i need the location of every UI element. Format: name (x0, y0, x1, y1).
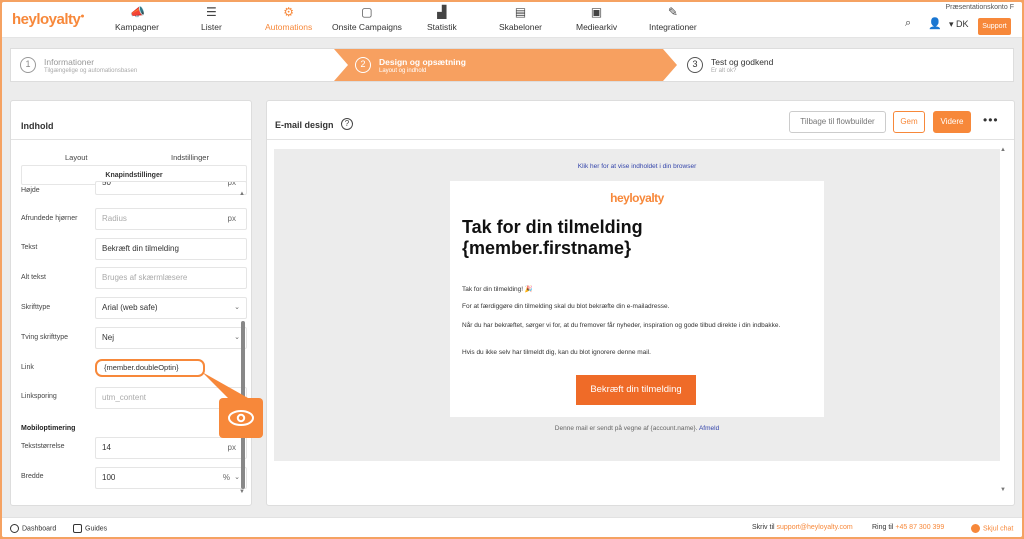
app-window: heyloyalty● 📣 Kampagner ☰ Lister ⚙ Autom… (2, 2, 1022, 537)
scroll-up-arrow[interactable]: ▲ (239, 191, 245, 197)
label-afrundede-hjoerner: Afrundede hjørner (21, 215, 78, 222)
nav-onsite-campaigns[interactable]: ▢ Onsite Campaigns (332, 5, 402, 33)
radius-input[interactable]: Radius px (95, 208, 247, 230)
email-footer[interactable]: Denne mail er sendt på vegne af {account… (274, 425, 1000, 432)
divider (11, 139, 251, 140)
nav-skabeloner[interactable]: ▤ Skabeloner (499, 5, 542, 33)
label-alt-tekst: Alt tekst (21, 274, 46, 281)
more-options-icon[interactable]: ••• (983, 113, 999, 127)
support-phone-link[interactable]: +45 87 300 399 (895, 524, 944, 531)
email-heading[interactable]: Tak for din tilmelding {member.firstname… (462, 217, 812, 259)
mobile-optimization-heading: Mobiloptimering (21, 425, 76, 432)
email-paragraph[interactable]: For at færdiggøre din tilmelding skal du… (462, 302, 812, 311)
view-in-browser-link[interactable]: Klik her for at vise indholdet i din bro… (274, 163, 1000, 170)
button-text-input[interactable]: Bekræft din tilmelding (95, 238, 247, 260)
label-hoejde: Højde (21, 187, 40, 194)
account-name[interactable]: Præsentationskonto F (946, 4, 1014, 11)
chevron-down-icon: ⌄ (234, 474, 240, 481)
hide-chat-button[interactable]: Skjul chat (971, 524, 1013, 533)
preview-eye-badge[interactable] (219, 398, 263, 438)
guides-link[interactable]: Guides (73, 524, 107, 533)
mobile-font-size-input[interactable]: 14 px (95, 437, 247, 459)
support-email-link[interactable]: support@heyloyalty.com (777, 524, 853, 531)
link-input[interactable]: {member.doubleOptin} (95, 359, 205, 377)
chevron-down-icon: ⌄ (234, 304, 240, 311)
scroll-down-arrow[interactable]: ▼ (239, 489, 245, 495)
user-settings-icon[interactable]: 👤 (928, 17, 942, 30)
unsubscribe-link: Afmeld (698, 425, 720, 432)
stepper-background (334, 49, 677, 81)
automation-icon: ⚙ (283, 5, 294, 19)
email-design-panel: E-mail design ? Tilbage til flowbuilder … (266, 100, 1015, 506)
label-skrifttype: Skrifttype (21, 304, 51, 311)
email-body: heyloyalty Tak for din tilmelding {membe… (450, 181, 824, 417)
chevron-down-icon: ⌄ (234, 334, 240, 341)
email-logo[interactable]: heyloyalty (450, 191, 824, 205)
search-icon[interactable]: ⌕ (905, 17, 911, 30)
dashboard-link[interactable]: Dashboard (10, 524, 56, 533)
eye-icon (228, 410, 254, 426)
label-tekststoerrelse: Tekststørrelse (21, 443, 65, 450)
email-preview-canvas: Klik her for at vise indholdet i din bro… (274, 149, 1000, 461)
confirm-subscription-button[interactable]: Bekræft din tilmelding (576, 375, 696, 405)
support-email-info: Skriv til support@heyloyalty.com (752, 524, 853, 531)
onsite-icon: ▢ (361, 5, 373, 19)
panel-title: E-mail design (275, 120, 334, 130)
force-font-select[interactable]: Nej ⌄ (95, 327, 247, 349)
label-linksporing: Linksporing (21, 393, 57, 400)
label-link: Link (21, 364, 34, 371)
divider (267, 139, 1014, 140)
nav-mediearkiv[interactable]: ▣ Mediearkiv (576, 5, 617, 33)
top-navigation: heyloyalty● 📣 Kampagner ☰ Lister ⚙ Autom… (2, 2, 1022, 38)
dashboard-icon (10, 524, 19, 533)
help-icon[interactable]: ? (341, 118, 353, 130)
alt-text-input[interactable]: Bruges af skærmlæsere (95, 267, 247, 289)
image-icon: ▣ (590, 5, 603, 19)
panel-title: Indhold (21, 121, 54, 131)
save-button[interactable]: Gem (893, 111, 925, 133)
next-button[interactable]: Videre (933, 111, 971, 133)
guides-icon (73, 524, 82, 533)
email-paragraph[interactable]: Tak for din tilmelding! 🎉 (462, 285, 812, 294)
wizard-stepper: 1 Informationer Tilgængelige og automati… (10, 48, 1014, 82)
nav-lister[interactable]: ☰ Lister (201, 5, 222, 33)
email-paragraph[interactable]: Hvis du ikke selv har tilmeldt dig, kan … (462, 348, 812, 357)
back-to-flowbuilder-button[interactable]: Tilbage til flowbuilder (789, 111, 886, 133)
label-tekst: Tekst (21, 244, 38, 251)
scroll-up-arrow[interactable]: ▲ (1000, 147, 1006, 153)
tab-indstillinger[interactable]: Indstillinger (171, 153, 209, 162)
mobile-width-input[interactable]: 100% ⌄ (95, 467, 247, 489)
nav-kampagner[interactable]: 📣 Kampagner (115, 5, 159, 33)
bottom-bar: Dashboard Guides Skriv til support@heylo… (2, 517, 1022, 537)
height-input[interactable]: 50 px (95, 181, 247, 195)
support-phone-info: Ring til +45 87 300 399 (872, 524, 945, 531)
font-select[interactable]: Arial (web safe) ⌄ (95, 297, 247, 319)
chat-icon (971, 524, 980, 533)
email-paragraph[interactable]: Når du har bekræftet, sørger vi for, at … (462, 321, 812, 330)
chart-icon: ▟ (437, 5, 447, 19)
label-bredde: Bredde (21, 473, 44, 480)
list-icon: ☰ (206, 5, 217, 19)
label-tving-skrifttype: Tving skrifttype (21, 334, 69, 341)
support-button[interactable]: Support (978, 18, 1011, 35)
nav-integrationer[interactable]: ✎ Integrationer (649, 5, 697, 33)
megaphone-icon: 📣 (129, 5, 145, 19)
heyloyalty-logo[interactable]: heyloyalty● (12, 11, 85, 28)
nav-statistik[interactable]: ▟ Statistik (427, 5, 457, 33)
tab-layout[interactable]: Layout (65, 153, 88, 162)
template-icon: ▤ (514, 5, 527, 19)
plug-icon: ✎ (667, 5, 678, 19)
language-selector[interactable]: ▾ DK (949, 19, 969, 30)
nav-automations[interactable]: ⚙ Automations (265, 5, 312, 33)
content-settings-panel: Indhold Layout Indstillinger Knapindstil… (10, 100, 252, 506)
scroll-down-arrow[interactable]: ▼ (1000, 487, 1006, 493)
